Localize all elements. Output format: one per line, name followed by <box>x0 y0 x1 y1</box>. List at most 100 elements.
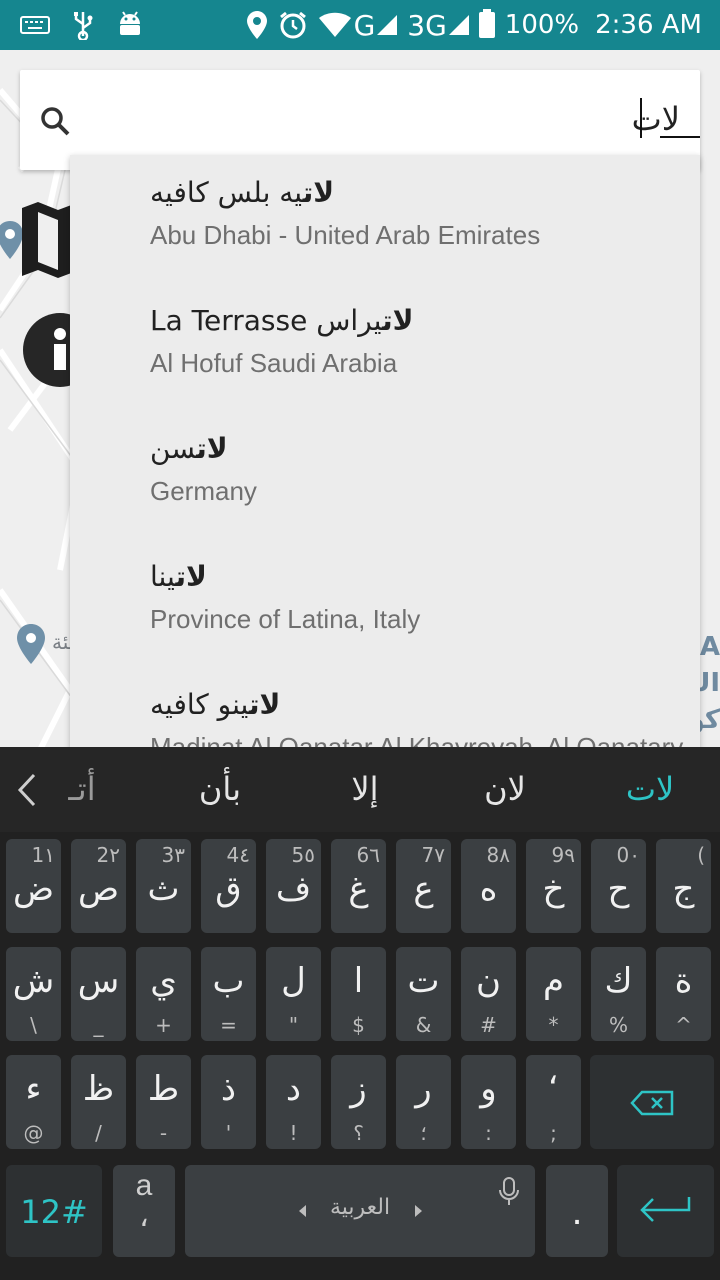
word-suggestion[interactable]: أتـ <box>52 767 112 811</box>
key-label: غ <box>348 869 369 909</box>
signal-icon <box>448 15 469 35</box>
map-place-label: A <box>699 632 720 662</box>
suggestion-title: La Terrasse لاتيراس <box>150 304 414 337</box>
key-row1-11[interactable]: (ج <box>656 839 711 933</box>
key-hint: _ <box>93 1013 104 1037</box>
key-label: ل <box>281 961 306 1001</box>
search-suggestions-dropdown: لاتيه بلس كافيه Abu Dhabi - United Arab … <box>70 155 700 750</box>
suggestion-subtitle: Al Hofuf Saudi Arabia <box>150 348 398 378</box>
key-row2-3[interactable]: + ي <box>136 947 191 1041</box>
key-row2-7[interactable]: & ت <box>396 947 451 1041</box>
suggestion-item[interactable]: La Terrasse لاتيراس Al Hofuf Saudi Arabi… <box>150 301 690 381</box>
key-hint: 6٦ <box>356 843 380 867</box>
suggestion-item[interactable]: لاتينو كافيه Madinat Al Qanatar Al Khayr… <box>150 685 690 750</box>
key-label: ك <box>604 961 633 1001</box>
suggestion-item[interactable]: لاتيه بلس كافيه Abu Dhabi - United Arab … <box>150 173 690 253</box>
status-bar: G 3G 100% 2:36 AM <box>0 0 720 50</box>
chevron-left-icon[interactable] <box>14 773 40 807</box>
key-hint: $ <box>352 1013 365 1037</box>
key-label: ث <box>147 869 180 909</box>
key-row2-9[interactable]: * م <box>526 947 581 1041</box>
text-cursor <box>640 98 642 138</box>
input-underline <box>660 136 700 138</box>
key-row2-2[interactable]: _ س <box>71 947 126 1041</box>
key-label: ظ <box>82 1069 115 1109</box>
key-hint: - <box>159 1121 168 1145</box>
key-label: ء <box>25 1069 42 1109</box>
key-row3-1[interactable]: @ ء <box>6 1055 61 1149</box>
word-suggestion-active[interactable]: لات <box>600 767 700 811</box>
space-key[interactable]: العربية <box>185 1165 535 1257</box>
key-row1-2[interactable]: 2٢ ص <box>71 839 126 933</box>
key-hint: ! <box>289 1121 298 1145</box>
language-key-latin: a <box>135 1169 153 1202</box>
key-row1-1[interactable]: 1١ ض <box>6 839 61 933</box>
key-label: ʻ <box>548 1069 559 1109</box>
keyboard-icon <box>20 15 50 35</box>
word-suggestion[interactable]: بأن <box>175 767 265 811</box>
key-row1-7[interactable]: 7٧ ع <box>396 839 451 933</box>
location-icon <box>246 10 268 40</box>
period-key[interactable]: . <box>546 1165 608 1257</box>
key-hint: + <box>155 1013 172 1037</box>
suggestion-item[interactable]: لاتينا Province of Latina, Italy <box>150 557 690 637</box>
key-hint: ; <box>550 1121 557 1145</box>
key-row1-6[interactable]: 6٦ غ <box>331 839 386 933</box>
key-row1-4[interactable]: 4٤ ق <box>201 839 256 933</box>
key-label: ض <box>12 869 55 909</box>
key-row3-2[interactable]: / ظ <box>71 1055 126 1149</box>
mobile-signal: 3G <box>407 9 469 42</box>
key-row2-6[interactable]: $ ا <box>331 947 386 1041</box>
key-hint: 2٢ <box>96 843 120 867</box>
key-row2-10[interactable]: % ك <box>591 947 646 1041</box>
symbols-key[interactable]: 12# <box>6 1165 102 1257</box>
key-row1-3[interactable]: 3٣ ث <box>136 839 191 933</box>
key-hint: & <box>415 1013 432 1037</box>
key-row3-6[interactable]: ؟ ز <box>331 1055 386 1149</box>
key-label: ر <box>415 1069 432 1109</box>
key-label: ذ <box>220 1069 237 1109</box>
key-label: ح <box>607 869 630 909</box>
key-label: ن <box>476 961 501 1001</box>
battery-icon <box>478 9 495 38</box>
suggestion-subtitle: Province of Latina, Italy <box>150 604 421 634</box>
key-label: ج <box>672 869 695 909</box>
key-row3-3[interactable]: -ط <box>136 1055 191 1149</box>
key-row1-9[interactable]: 9٩ خ <box>526 839 581 933</box>
suggestion-item[interactable]: لاتسن Germany <box>150 429 690 509</box>
key-hint: * <box>548 1013 559 1037</box>
suggestion-title: لاتينو كافيه <box>150 688 281 721</box>
word-suggestion[interactable]: إلا <box>320 767 410 811</box>
alarm-icon <box>278 10 308 40</box>
key-row2-11[interactable]: ^ ة <box>656 947 711 1041</box>
key-row3-4[interactable]: ' ذ <box>201 1055 256 1149</box>
word-suggestion[interactable]: لان <box>460 767 550 811</box>
key-row3-7[interactable]: ؛ ر <box>396 1055 451 1149</box>
microphone-icon <box>499 1177 519 1212</box>
key-row3-5[interactable]: ! د <box>266 1055 321 1149</box>
usb-icon <box>72 10 94 40</box>
backspace-key[interactable] <box>590 1055 714 1149</box>
key-row1-8[interactable]: 8٨ ه <box>461 839 516 933</box>
key-row1-5[interactable]: 5٥ ف <box>266 839 321 933</box>
key-row2-8[interactable]: # ن <box>461 947 516 1041</box>
soft-keyboard: أتـ بأن إلا لان لات 1١ ض 2٢ ص 3٣ ث 4٤ ق 5٥ ف 6٦ غ 7٧… <box>0 747 720 1280</box>
key-row3-8[interactable]: :و <box>461 1055 516 1149</box>
key-row1-10[interactable]: 0٠ ح <box>591 839 646 933</box>
key-row2-4[interactable]: = ب <box>201 947 256 1041</box>
key-hint: " <box>288 1013 299 1037</box>
key-hint: ؛ <box>420 1121 427 1145</box>
key-label: ب <box>212 961 245 1001</box>
search-input[interactable] <box>140 94 680 144</box>
language-key[interactable]: a ، <box>113 1165 175 1257</box>
search-icon[interactable] <box>40 106 70 136</box>
key-label: ع <box>413 869 434 909</box>
key-row3-9[interactable]: ; ʻ <box>526 1055 581 1149</box>
suggestion-title: لاتينا <box>150 560 207 593</box>
key-hint: 7٧ <box>421 843 445 867</box>
key-row2-5[interactable]: " ل <box>266 947 321 1041</box>
key-label: م <box>542 961 565 1001</box>
key-row2-1[interactable]: \ ش <box>6 947 61 1041</box>
key-hint: 3٣ <box>161 843 185 867</box>
enter-key[interactable] <box>617 1165 714 1257</box>
